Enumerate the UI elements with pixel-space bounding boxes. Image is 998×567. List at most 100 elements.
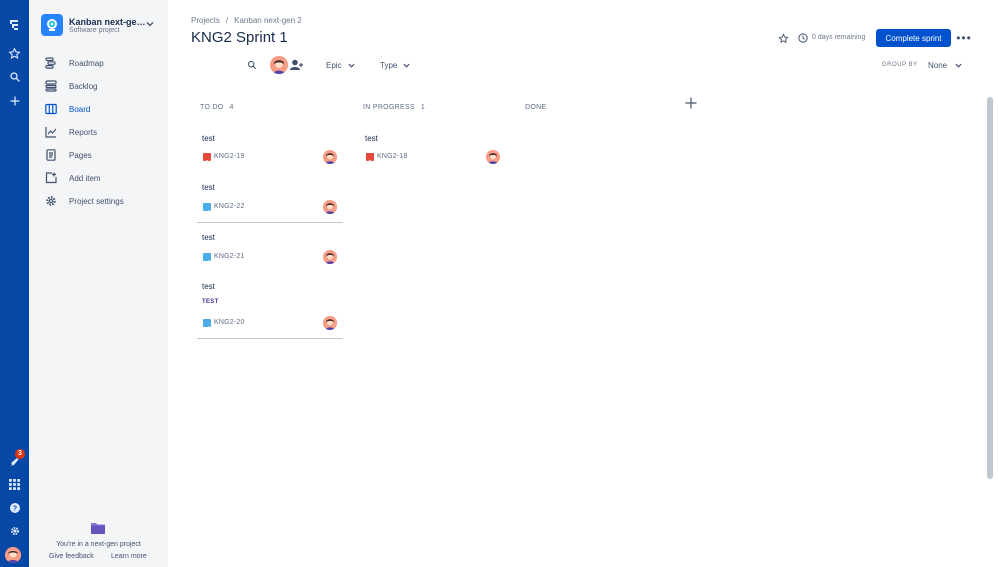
group-by-label: GROUP BY [882,62,918,68]
sidebar-item-label: Add item [69,173,101,183]
pages-icon [45,149,57,161]
days-remaining: 0 days remaining [812,34,866,41]
issue-card[interactable]: test KNG2-18 [360,129,506,172]
chevron-down-icon [348,63,355,68]
sidebar-item-roadmap[interactable]: Roadmap [45,55,104,71]
settings-icon[interactable] [4,520,25,541]
app-switcher-icon[interactable] [4,474,25,495]
sidebar-item-label: Roadmap [69,58,104,68]
breadcrumb-project[interactable]: Kanban next-gen 2 [234,16,302,25]
task-icon [203,319,211,331]
board-icon [45,103,57,115]
roadmap-icon [45,57,57,69]
project-sidebar: Kanban next-ge… Software project Roadmap… [29,0,168,567]
assignee-avatar[interactable] [323,150,337,164]
complete-sprint-button[interactable]: Complete sprint [876,29,951,47]
task-icon [203,253,211,265]
chevron-down-icon [403,63,410,68]
backlog-icon [45,80,57,92]
issue-summary: test [202,183,215,192]
assignee-avatar[interactable] [486,150,500,164]
project-type: Software project [69,27,120,34]
vertical-scrollbar[interactable] [987,97,993,479]
column-name: IN PROGRESS [363,104,415,111]
notification-badge: 3 [15,449,25,459]
sidebar-item-label: Project settings [69,196,124,206]
clock-icon [798,33,808,43]
breadcrumb: Projects / Kanban next-gen 2 [191,16,302,25]
give-feedback-link[interactable]: Give feedback [49,553,94,560]
assignee-avatar[interactable] [323,250,337,264]
sidebar-item-board[interactable]: Board [45,101,90,117]
issue-card[interactable]: test KNG2-21 [197,228,343,271]
bug-icon [366,153,374,164]
reports-icon [45,126,57,138]
star-icon[interactable] [778,33,789,44]
type-filter-label: Type [380,61,398,70]
assignee-avatar[interactable] [323,200,337,214]
issue-card[interactable]: test KNG2-19 [197,129,343,172]
assignee-avatar[interactable] [323,316,337,330]
page-title: KNG2 Sprint 1 [191,29,288,46]
plus-icon[interactable] [4,90,25,111]
column-header-done: DONE [525,104,546,111]
search-icon[interactable] [247,60,257,70]
sidebar-item-backlog[interactable]: Backlog [45,78,97,94]
breadcrumb-projects[interactable]: Projects [191,16,220,25]
jira-logo-icon[interactable] [4,14,25,35]
add-column-icon[interactable] [685,97,697,109]
issue-summary: test [202,134,215,143]
group-by-value: None [928,61,948,70]
column-name: TO DO [200,104,224,111]
chevron-down-icon [955,63,962,68]
issue-card[interactable]: test TEST KNG2-20 [197,277,343,339]
user-avatar[interactable] [5,547,21,563]
column-header-todo: TO DO 4 [200,104,234,111]
task-icon [203,203,211,215]
issue-summary: test [202,233,215,242]
add-item-icon [45,172,57,184]
more-actions-button[interactable]: ••• [956,31,971,45]
svg-text:?: ? [12,505,16,512]
column-name: DONE [525,104,547,111]
issue-key: KNG2-21 [214,253,245,260]
issue-key: KNG2-22 [214,203,245,210]
issue-card[interactable]: test KNG2-22 [197,178,343,223]
next-gen-notice: You're in a next-gen project [56,541,141,548]
issue-summary: test [365,134,378,143]
sidebar-item-pages[interactable]: Pages [45,147,92,163]
sidebar-item-label: Pages [69,150,92,160]
folder-icon [91,523,105,534]
gear-icon [45,195,57,207]
epic-label: TEST [202,299,219,305]
epic-filter-dropdown[interactable]: Epic [326,61,355,70]
column-count: 4 [229,104,234,111]
bug-icon [203,153,211,164]
issue-key: KNG2-18 [377,153,408,160]
sidebar-item-project-settings[interactable]: Project settings [45,193,124,209]
sidebar-item-label: Backlog [69,81,98,91]
column-count: 1 [420,104,426,111]
learn-more-link[interactable]: Learn more [111,553,147,560]
epic-filter-label: Epic [326,61,342,70]
search-icon[interactable] [4,66,25,87]
issue-key: KNG2-19 [214,153,245,160]
chevron-down-icon[interactable] [146,20,154,28]
global-nav: 3 ? [0,0,29,567]
board-main: Projects / Kanban next-gen 2 KNG2 Sprint 1… [168,0,998,567]
sidebar-item-label: Reports [69,127,98,137]
sidebar-item-reports[interactable]: Reports [45,124,97,140]
column-header-in-progress: IN PROGRESS 1 [363,104,425,111]
issue-key: KNG2-20 [214,319,245,326]
star-icon[interactable] [4,43,25,64]
sidebar-item-add-item[interactable]: Add item [45,170,101,186]
project-avatar[interactable] [41,14,63,36]
project-name[interactable]: Kanban next-ge… [69,17,146,27]
issue-summary: test [202,282,215,291]
group-by-dropdown[interactable]: None [928,61,962,70]
breadcrumb-separator: / [225,16,229,25]
type-filter-dropdown[interactable]: Type [380,61,410,70]
assignee-filter-avatar[interactable] [270,56,288,74]
add-people-icon[interactable] [290,59,303,71]
help-icon[interactable]: ? [4,497,25,518]
